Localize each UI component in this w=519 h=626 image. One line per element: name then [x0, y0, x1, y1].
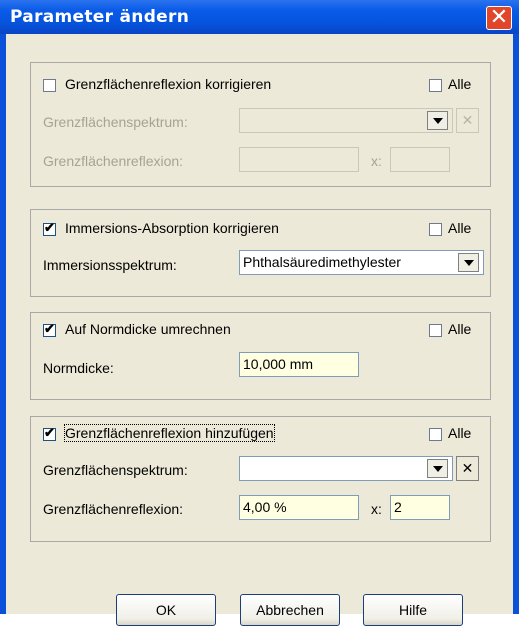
grenzflaechenspektrum-select[interactable]: [239, 456, 453, 481]
checkbox-label-immersions-absorption: Immersions-Absorption korrigieren: [65, 220, 279, 236]
checkbox-label-auf-normdicke: Auf Normdicke umrechnen: [65, 321, 231, 337]
checkbox-auf-normdicke[interactable]: ✔: [43, 321, 56, 337]
checkbox-alle-1[interactable]: [429, 79, 442, 92]
x-label-1: x:: [371, 153, 382, 169]
chevron-down-icon[interactable]: [458, 253, 479, 272]
checkbox-alle-3[interactable]: [429, 324, 442, 337]
ok-button[interactable]: OK: [116, 594, 216, 626]
clear-icon-disabled[interactable]: ✕: [456, 108, 479, 133]
chevron-down-icon[interactable]: [427, 459, 448, 478]
checkbox-alle-4[interactable]: [429, 428, 442, 441]
x-label-4: x:: [371, 501, 382, 517]
alle-label-4: Alle: [448, 425, 472, 441]
label-grenzflaechenreflexion-disabled: Grenzflächenreflexion:: [43, 153, 184, 169]
label-normdicke: Normdicke:: [43, 360, 114, 376]
label-grenzflaechenspektrum-disabled: Grenzflächenspektrum:: [43, 114, 188, 130]
clear-icon[interactable]: ✕: [456, 456, 479, 481]
alle-label-3: Alle: [448, 321, 472, 337]
checkbox-grenzflaechenreflexion-hinzufuegen[interactable]: ✔: [43, 425, 56, 441]
label-immersionsspektrum: Immersionsspektrum:: [43, 257, 177, 273]
chevron-down-icon[interactable]: [427, 111, 448, 130]
checkbox-label-grenzflaechenreflexion-hinzufuegen: Grenzflächenreflexion hinzufügen: [64, 424, 275, 442]
alle-label-1: Alle: [448, 76, 472, 92]
title-bar: Parameter ändern ✕: [0, 0, 519, 34]
x-input[interactable]: 2: [390, 495, 450, 520]
grenzflaechenreflexion-input-disabled[interactable]: [239, 147, 359, 172]
close-button[interactable]: ✕: [486, 5, 512, 30]
dialog-client-area: Grenzflächenreflexion korrigieren Alle G…: [6, 34, 513, 626]
label-grenzflaechenreflexion: Grenzflächenreflexion:: [43, 501, 184, 517]
x-input-disabled[interactable]: [390, 147, 450, 172]
abbrechen-button[interactable]: Abbrechen: [240, 594, 340, 626]
normdicke-input[interactable]: 10,000 mm: [239, 352, 359, 377]
checkbox-alle-2[interactable]: [429, 223, 442, 236]
immersionsspektrum-value: Phthalsäuredimethylester: [243, 254, 401, 270]
checkbox-label-grenzflaechenreflexion-korrigieren: Grenzflächenreflexion korrigieren: [65, 76, 272, 92]
alle-label-2: Alle: [448, 220, 472, 236]
close-icon: ✕: [489, 5, 509, 30]
grenzflaechenspektrum-select-disabled[interactable]: [239, 108, 453, 133]
check-mark-icon: ✔: [44, 321, 55, 336]
label-grenzflaechenspektrum: Grenzflächenspektrum:: [43, 462, 188, 478]
window-title: Parameter ändern: [10, 7, 190, 27]
checkbox-immersions-absorption[interactable]: ✔: [43, 220, 56, 236]
hilfe-button[interactable]: Hilfe: [363, 594, 463, 626]
check-mark-icon: ✔: [44, 220, 55, 235]
check-mark-icon: ✔: [44, 425, 55, 440]
immersionsspektrum-select[interactable]: Phthalsäuredimethylester: [239, 250, 484, 275]
checkbox-grenzflaechenreflexion-korrigieren[interactable]: [43, 79, 56, 92]
grenzflaechenreflexion-input[interactable]: 4,00 %: [239, 495, 359, 520]
dialog-window: Parameter ändern ✕ Grenzflächenreflexion…: [0, 0, 519, 626]
